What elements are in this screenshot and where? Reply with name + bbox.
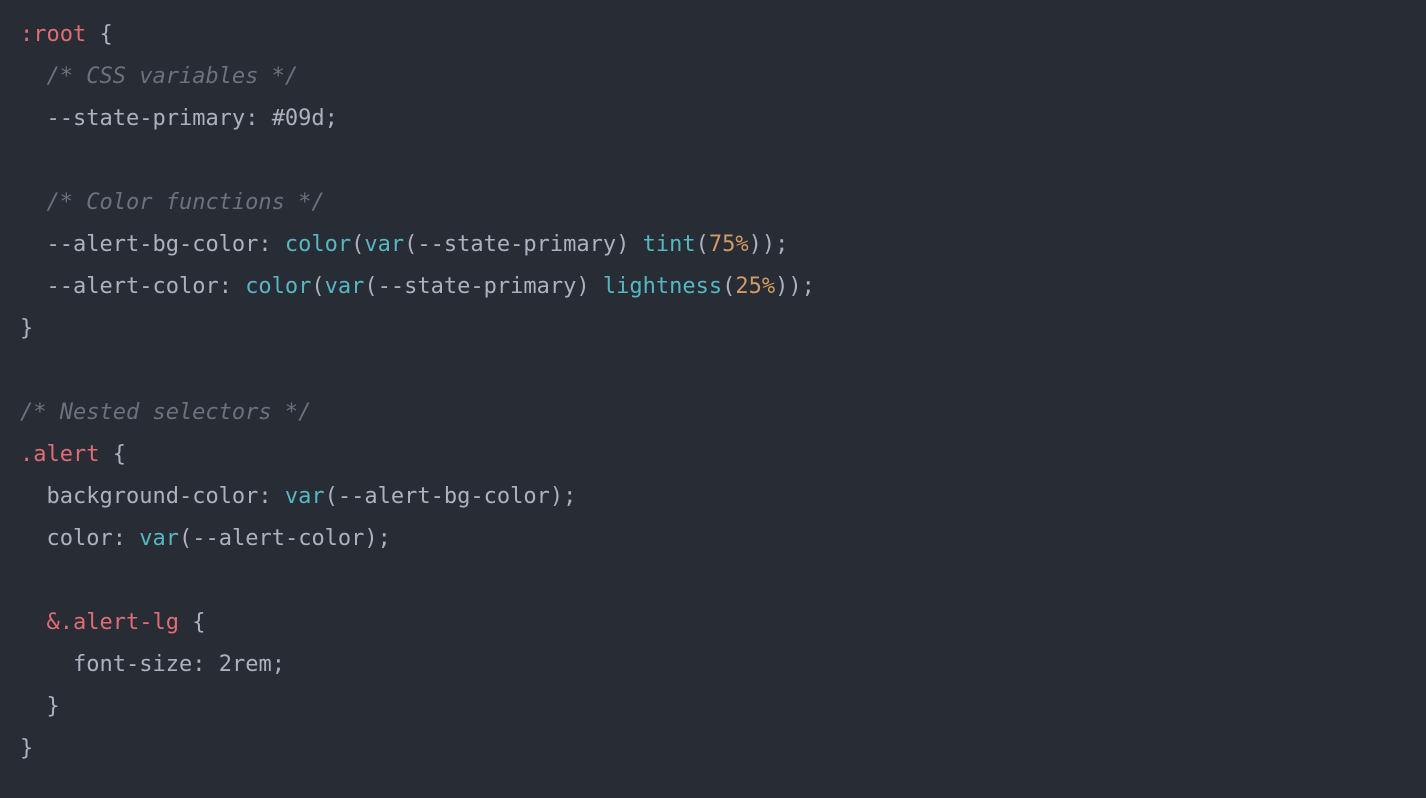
token-function: var	[364, 232, 404, 257]
token-colon: :	[258, 232, 285, 257]
token-semicolon: ;	[563, 484, 576, 509]
token-space	[99, 442, 112, 467]
token-space	[629, 232, 642, 257]
token-property: --alert-color	[47, 274, 219, 299]
token-variable-name: --alert-bg-color	[338, 484, 550, 509]
token-indent	[20, 232, 47, 257]
token-indent	[20, 64, 47, 89]
token-comment: /* CSS variables */	[47, 64, 299, 89]
token-comment: /* Nested selectors */	[20, 400, 311, 425]
token-indent	[20, 610, 47, 635]
token-selector: alert	[33, 442, 99, 467]
token-selector: :root	[20, 22, 86, 47]
token-brace-close: }	[47, 694, 60, 719]
token-semicolon: ;	[325, 106, 338, 131]
token-property: font-size	[73, 652, 192, 677]
token-colon: :	[113, 526, 140, 551]
token-ampersand: &	[47, 610, 60, 635]
token-property: --state-primary	[47, 106, 246, 131]
token-semicolon: ;	[378, 526, 391, 551]
token-semicolon: ;	[272, 652, 285, 677]
token-selector-dot: .	[60, 610, 73, 635]
token-paren-close: )	[364, 526, 377, 551]
token-paren-close: )	[616, 232, 629, 257]
token-variable-name: --alert-color	[192, 526, 364, 551]
token-variable-name: --state-primary	[378, 274, 577, 299]
token-semicolon: ;	[802, 274, 815, 299]
token-function: var	[285, 484, 325, 509]
token-brace-open: {	[99, 22, 112, 47]
token-paren-open: (	[722, 274, 735, 299]
token-property: background-color	[47, 484, 259, 509]
token-property: --alert-bg-color	[47, 232, 259, 257]
token-selector: alert-lg	[73, 610, 179, 635]
token-paren-close: )	[749, 232, 762, 257]
token-brace-open: {	[192, 610, 205, 635]
token-paren-open: (	[696, 232, 709, 257]
token-paren-close: )	[550, 484, 563, 509]
token-space	[86, 22, 99, 47]
token-function: tint	[643, 232, 696, 257]
token-brace-close: }	[20, 316, 33, 341]
token-function: lightness	[603, 274, 722, 299]
token-number: 75%	[709, 232, 749, 257]
token-paren-open: (	[364, 274, 377, 299]
token-paren-close: )	[788, 274, 801, 299]
token-space	[590, 274, 603, 299]
token-indent	[20, 190, 47, 215]
token-number: 25%	[735, 274, 775, 299]
token-function: var	[325, 274, 365, 299]
token-function: color	[245, 274, 311, 299]
token-paren-open: (	[179, 526, 192, 551]
token-comment: /* Color functions */	[47, 190, 325, 215]
token-indent	[20, 694, 47, 719]
token-indent	[20, 274, 47, 299]
token-brace-close: }	[20, 736, 33, 761]
token-indent	[20, 652, 73, 677]
token-paren-close: )	[576, 274, 589, 299]
token-paren-close: )	[762, 232, 775, 257]
token-variable-name: --state-primary	[417, 232, 616, 257]
token-selector-dot: .	[20, 442, 33, 467]
token-semicolon: ;	[775, 232, 788, 257]
token-indent	[20, 526, 47, 551]
token-value: #09d	[272, 106, 325, 131]
token-paren-open: (	[325, 484, 338, 509]
token-colon: :	[258, 484, 285, 509]
token-indent	[20, 106, 47, 131]
token-space	[179, 610, 192, 635]
token-property: color	[47, 526, 113, 551]
token-brace-open: {	[113, 442, 126, 467]
token-paren-open: (	[311, 274, 324, 299]
token-function: color	[285, 232, 351, 257]
token-value: 2rem	[219, 652, 272, 677]
token-paren-open: (	[351, 232, 364, 257]
token-colon: :	[245, 106, 272, 131]
token-indent	[20, 484, 47, 509]
token-paren-close: )	[775, 274, 788, 299]
code-editor[interactable]: :root { /* CSS variables */ --state-prim…	[0, 0, 1426, 790]
token-colon: :	[192, 652, 219, 677]
token-paren-open: (	[404, 232, 417, 257]
token-function: var	[139, 526, 179, 551]
token-colon: :	[219, 274, 246, 299]
